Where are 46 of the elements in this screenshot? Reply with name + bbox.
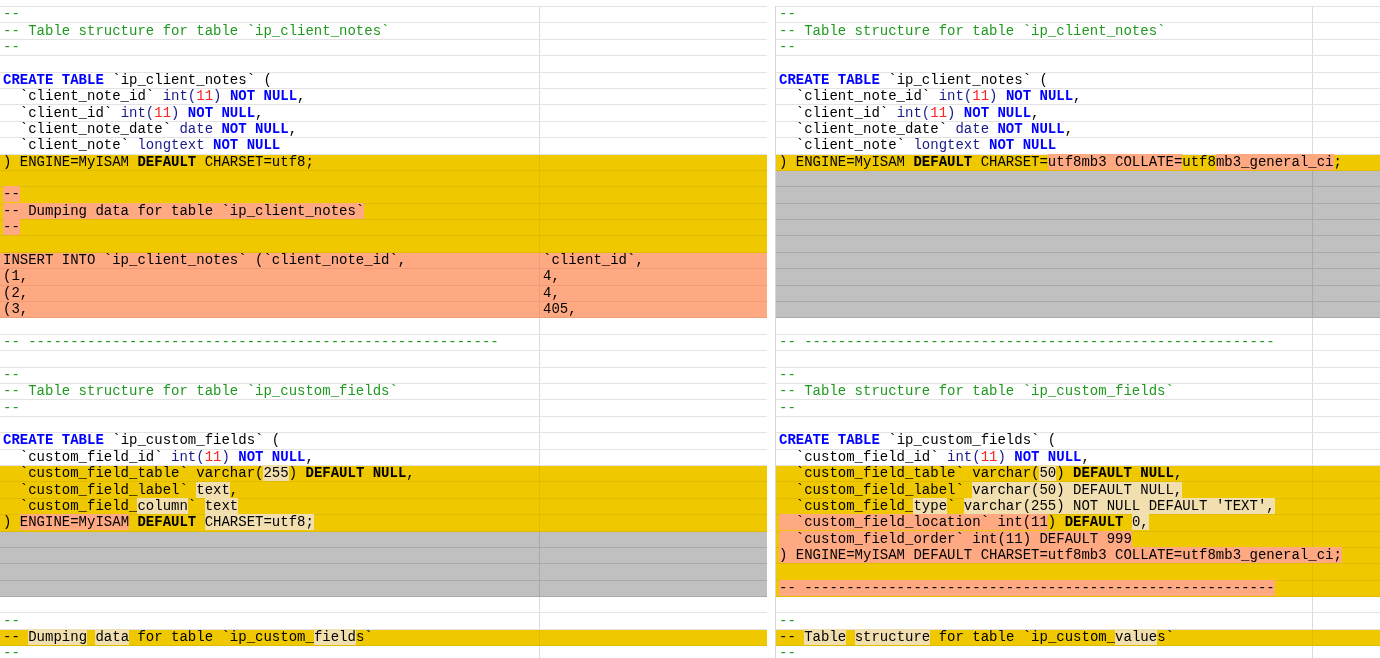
code-line: `client_id` int(11) NOT NULL,	[18, 105, 264, 121]
code-line: --	[2, 7, 20, 23]
code-line: --	[778, 39, 796, 55]
code-line: (1,	[2, 269, 29, 285]
code-line: --	[778, 646, 796, 658]
code-line: `client_note_date` date NOT NULL,	[18, 121, 298, 137]
code-line: CREATE TABLE `ip_client_notes` (	[778, 72, 1048, 88]
code-line: --	[778, 7, 796, 23]
code-line: `custom_field_table` varchar(50) DEFAULT NULL,	[794, 466, 1183, 482]
code-line: -- --------------------------------------------------------	[2, 335, 499, 350]
code-line: `client_note_id` int(11) NOT NULL,	[794, 89, 1082, 105]
code-line: `client_note` longtext NOT NULL	[18, 138, 281, 154]
code-line: 4,	[542, 285, 560, 301]
code-line: --	[778, 400, 796, 416]
code-line: --	[778, 613, 796, 629]
code-line: ) ENGINE=MyISAM DEFAULT CHARSET=utf8;	[2, 515, 314, 531]
code-line: -- Table structure for table `ip_custom_fields`	[778, 384, 1174, 400]
code-line: ) ENGINE=MyISAM DEFAULT CHARSET=utf8;	[2, 154, 314, 170]
code-line: `custom_field_table` varchar(255) DEFAULT NULL,	[18, 466, 415, 482]
code-line: 4,	[542, 269, 560, 285]
code-line: `client_note` longtext NOT NULL	[794, 138, 1057, 154]
code-line: `custom_field_id` int(11) NOT NULL,	[18, 449, 314, 465]
code-line: `custom_field_label` text,	[18, 482, 239, 498]
code-line: -- --------------------------------------------------------	[778, 335, 1275, 350]
code-line: `client_note_id` int(11) NOT NULL,	[18, 89, 306, 105]
code-line: --	[2, 646, 20, 658]
code-line: CREATE TABLE `ip_client_notes` (	[2, 72, 272, 88]
code-line: `client_id`,	[542, 253, 644, 269]
code-line: `client_id` int(11) NOT NULL,	[794, 105, 1040, 121]
code-line: CREATE TABLE `ip_custom_fields` (	[778, 433, 1057, 449]
code-line: -- Table structure for table `ip_client_notes`	[2, 23, 390, 39]
code-line: (2,	[2, 285, 29, 301]
code-line: --	[2, 39, 20, 55]
code-line: -- Table structure for table `ip_custom_fields`	[2, 384, 398, 400]
code-line: --	[778, 367, 796, 383]
code-line: `client_note_date` date NOT NULL,	[794, 121, 1074, 137]
code-line: ) ENGINE=MyISAM DEFAULT CHARSET=utf8mb3 COLLATE=utf8mb3_general_ci;	[778, 154, 1342, 170]
code-line: `custom_field_id` int(11) NOT NULL,	[794, 449, 1090, 465]
code-line: INSERT INTO `ip_client_notes` (`client_note_id`,	[2, 253, 407, 269]
code-line: --	[2, 400, 20, 416]
code-line: CREATE TABLE `ip_custom_fields` (	[2, 433, 281, 449]
code-line: 405,	[542, 302, 577, 318]
code-line: --	[2, 613, 20, 629]
code-line: --	[2, 367, 20, 383]
code-line: -- Table structure for table `ip_client_notes`	[778, 23, 1166, 39]
code-line: (3,	[2, 302, 29, 318]
